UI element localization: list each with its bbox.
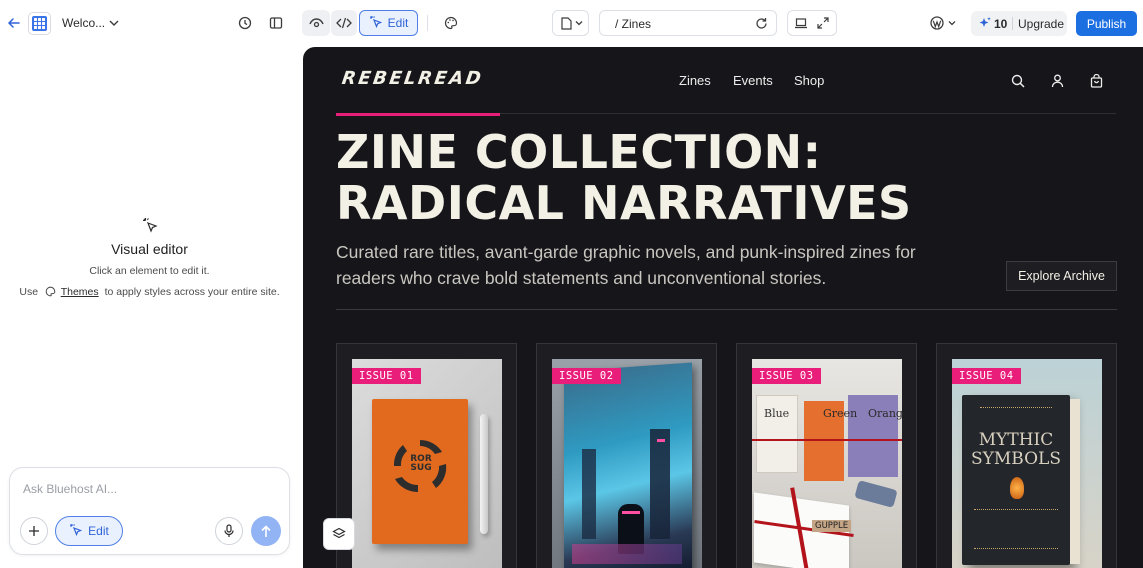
cursor-click-icon [69,523,83,539]
zine-cover-image [552,359,702,568]
edit-mode-button[interactable]: Edit [359,10,418,36]
themes-link[interactable]: Themes [61,286,99,298]
eye-icon [308,15,324,31]
issue-tag: ISSUE 03 [752,368,821,384]
search-icon[interactable] [1010,73,1026,89]
palette-icon[interactable] [442,14,460,32]
toolbar-divider [427,15,428,31]
send-button[interactable] [251,516,281,546]
url-path: / Zines [615,17,652,31]
page-selector[interactable] [552,10,589,36]
wordpress-icon[interactable] [929,15,945,31]
sidebar-toggle-icon[interactable] [267,14,285,32]
back-arrow-icon[interactable] [6,15,22,31]
layers-button[interactable] [323,518,355,550]
zine-card[interactable]: MYTHIC SYMBOLS ISSUE 04 [936,343,1117,568]
credits-count: 10 [994,17,1008,31]
book-title-line-2: SYMBOLS [971,449,1061,469]
account-icon[interactable] [1049,73,1065,89]
microphone-icon [224,524,234,537]
nav-link-shop[interactable]: Shop [794,73,824,88]
zine-card[interactable]: Blue Green Orange GUPPLE ISSUE 03 [736,343,917,568]
sparkle-icon [978,16,992,33]
book-label: Blue [764,407,790,420]
arrow-up-icon [261,524,271,537]
themes-hint: Use Themes to apply styles across your e… [0,286,299,300]
refresh-icon[interactable] [754,16,768,30]
issue-tag: ISSUE 04 [952,368,1021,384]
book-title: MYTHIC SYMBOLS [962,431,1070,469]
site-brand[interactable]: REBELREAD [341,68,485,89]
hero-description[interactable]: Curated rare titles, avant-garde graphic… [336,239,976,291]
book-title-line-1: MYTHIC [978,430,1054,450]
zine-cover-image: MYTHIC SYMBOLS [952,359,1102,568]
issue-tag: ISSUE 02 [552,368,621,384]
active-nav-indicator [336,113,500,116]
visual-editor-subtitle: Click an element to edit it. [89,265,210,277]
top-toolbar: Welco... Edit / Zines 10 Upgrade Publish [0,0,1143,47]
chevron-down-icon[interactable] [945,15,959,31]
edit-label: Edit [387,16,409,30]
upgrade-label: Upgrade [1018,17,1065,31]
preview-mode-button[interactable] [302,10,330,36]
zine-card[interactable]: ROR SUG ISSUE 01 [336,343,517,568]
section-divider [336,309,1117,310]
left-panel: Visual editor Click an element to edit i… [0,47,303,568]
plus-icon [29,526,39,536]
zine-cover-image: ROR SUG [352,359,502,568]
nav-link-zines[interactable]: Zines [679,73,711,88]
issue-tag: ISSUE 01 [352,368,421,384]
hero-line-1: ZINE COLLECTION: [336,125,822,179]
chat-box: Ask Bluehost AI... Edit [9,467,290,555]
cursor-click-icon [141,216,159,234]
nav-link-events[interactable]: Events [733,73,773,88]
cursor-click-icon [369,15,382,31]
microphone-button[interactable] [215,517,243,545]
site-logo[interactable] [28,12,51,35]
visual-editor-title: Visual editor [111,241,188,257]
credits-upgrade[interactable]: 10 Upgrade [971,11,1067,36]
explore-archive-button[interactable]: Explore Archive [1006,261,1117,291]
chevron-down-icon[interactable] [106,15,122,31]
book-cover-text: ROR SUG [410,454,432,473]
book-label: Green [823,407,858,420]
palette-icon [45,286,56,300]
chevron-down-icon [572,16,586,30]
chat-edit-button[interactable]: Edit [55,516,123,546]
fullscreen-icon[interactable] [815,15,831,31]
themes-hint-prefix: Use [19,286,39,298]
themes-hint-suffix: to apply styles across your entire site. [104,286,280,298]
page-icon [559,16,573,30]
box-label: GUPPLE [812,520,852,532]
grid-icon [32,16,47,31]
hero-line-2: RADICAL NARRATIVES [336,176,912,230]
hero-heading[interactable]: ZINE COLLECTION: RADICAL NARRATIVES [336,127,912,229]
zine-cover-image: Blue Green Orange GUPPLE [752,359,902,568]
zine-card[interactable]: ISSUE 02 [536,343,717,568]
code-icon [336,15,352,31]
cart-icon[interactable] [1088,73,1104,89]
code-mode-button[interactable] [331,10,357,36]
chat-input[interactable]: Ask Bluehost AI... [23,482,117,496]
history-icon[interactable] [236,14,254,32]
credits-divider [1012,17,1013,30]
add-attachment-button[interactable] [20,517,48,545]
url-bar[interactable]: / Zines [599,10,777,36]
site-name[interactable]: Welco... [62,16,105,30]
site-preview: REBELREAD Zines Events Shop ZINE COLLECT… [303,47,1143,568]
book-label: Orange [868,407,902,420]
chat-edit-label: Edit [88,524,109,538]
layers-icon [332,527,346,539]
publish-button[interactable]: Publish [1076,11,1137,36]
laptop-icon[interactable] [793,15,809,31]
device-controls [787,10,837,36]
